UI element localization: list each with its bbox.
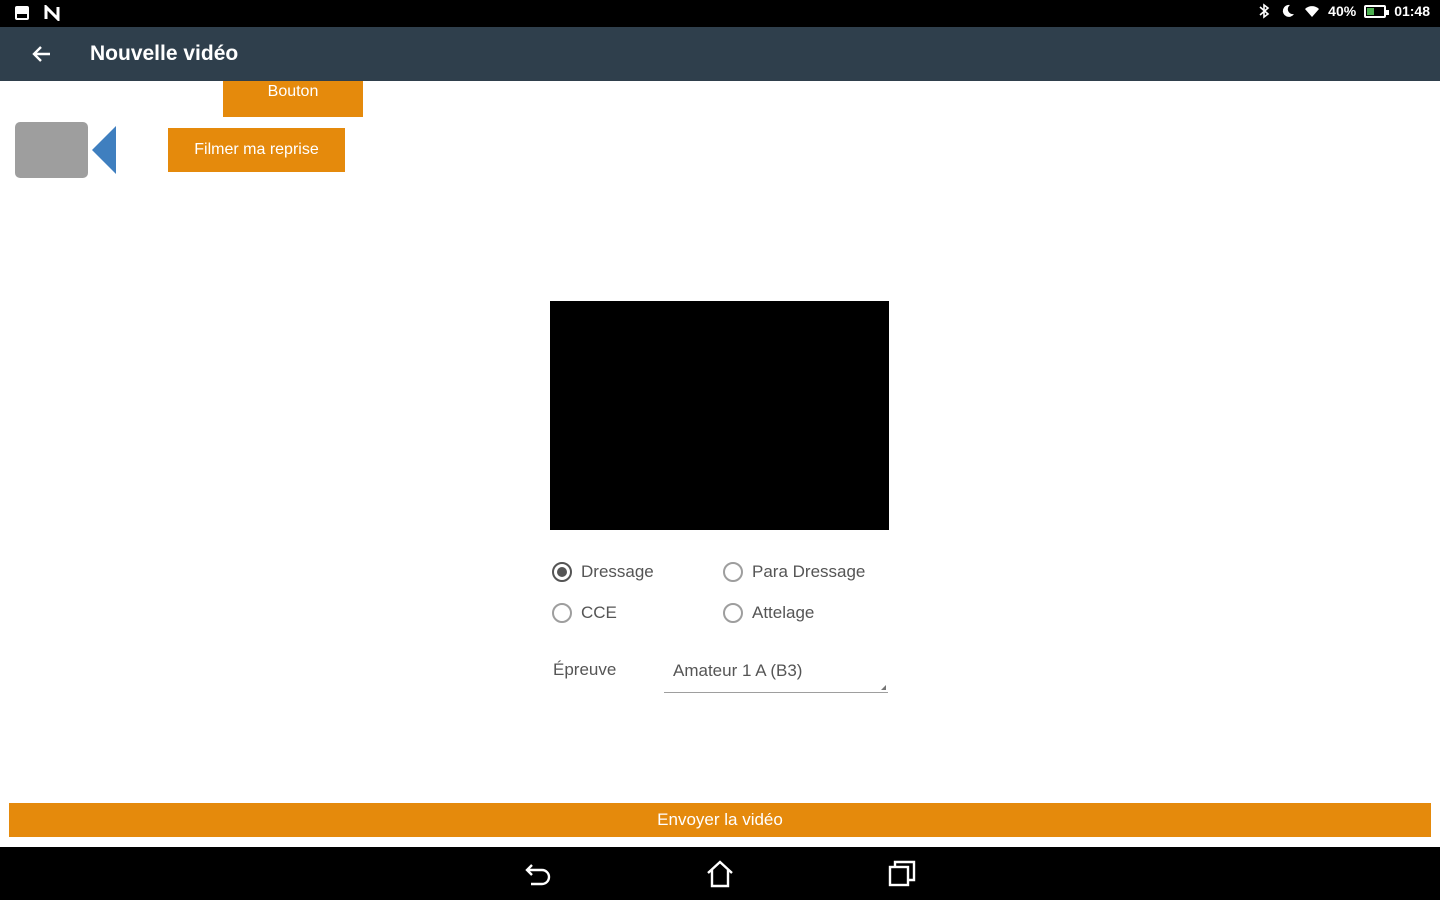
spinner-arrow-icon bbox=[881, 685, 886, 690]
back-button[interactable] bbox=[22, 34, 62, 74]
app-bar: Nouvelle vidéo bbox=[0, 27, 1440, 81]
battery-icon bbox=[1364, 4, 1390, 18]
record-reprise-button[interactable]: Filmer ma reprise bbox=[168, 128, 345, 172]
radio-circle bbox=[723, 562, 743, 582]
video-preview[interactable] bbox=[550, 301, 889, 530]
home-nav-icon[interactable] bbox=[703, 857, 737, 891]
n-notification-icon bbox=[44, 5, 60, 21]
status-bar: 40% 01:48 bbox=[0, 0, 1440, 27]
radio-attelage[interactable]: Attelage bbox=[723, 603, 814, 623]
epreuve-selected-value: Amateur 1 A (B3) bbox=[673, 661, 803, 680]
system-navigation-bar bbox=[0, 847, 1440, 900]
radio-para-dressage[interactable]: Para Dressage bbox=[723, 562, 865, 582]
radio-cce[interactable]: CCE bbox=[552, 603, 617, 623]
recents-nav-icon[interactable] bbox=[885, 857, 919, 891]
page-title: Nouvelle vidéo bbox=[90, 42, 239, 65]
epreuve-spinner[interactable]: Amateur 1 A (B3) bbox=[664, 655, 888, 693]
radio-label: CCE bbox=[581, 603, 617, 622]
video-camera-icon[interactable] bbox=[14, 120, 118, 180]
discipline-radio-group: Dressage Para Dressage CCE Attelage bbox=[552, 558, 892, 638]
radio-label: Attelage bbox=[752, 603, 815, 622]
epreuve-label: Épreuve bbox=[553, 660, 617, 679]
radio-circle bbox=[552, 603, 572, 623]
bouton-button[interactable]: Bouton bbox=[223, 81, 363, 117]
radio-label: Para Dressage bbox=[752, 562, 866, 581]
image-notification-icon bbox=[15, 6, 29, 20]
radio-dressage[interactable]: Dressage bbox=[552, 562, 654, 582]
radio-circle bbox=[723, 603, 743, 623]
wifi-icon bbox=[1305, 6, 1320, 17]
battery-percent: 40% bbox=[1328, 3, 1357, 19]
radio-label: Dressage bbox=[581, 562, 654, 581]
bluetooth-icon bbox=[1259, 3, 1270, 19]
status-bar-system: 40% 01:48 bbox=[1256, 3, 1430, 19]
send-video-button[interactable]: Envoyer la vidéo bbox=[9, 803, 1431, 837]
radio-circle bbox=[552, 562, 572, 582]
clock: 01:48 bbox=[1394, 3, 1430, 19]
status-bar-notifications bbox=[14, 5, 60, 21]
arrow-back-icon bbox=[32, 46, 50, 62]
do-not-disturb-moon-icon bbox=[1283, 4, 1295, 17]
back-nav-icon[interactable] bbox=[522, 857, 556, 891]
